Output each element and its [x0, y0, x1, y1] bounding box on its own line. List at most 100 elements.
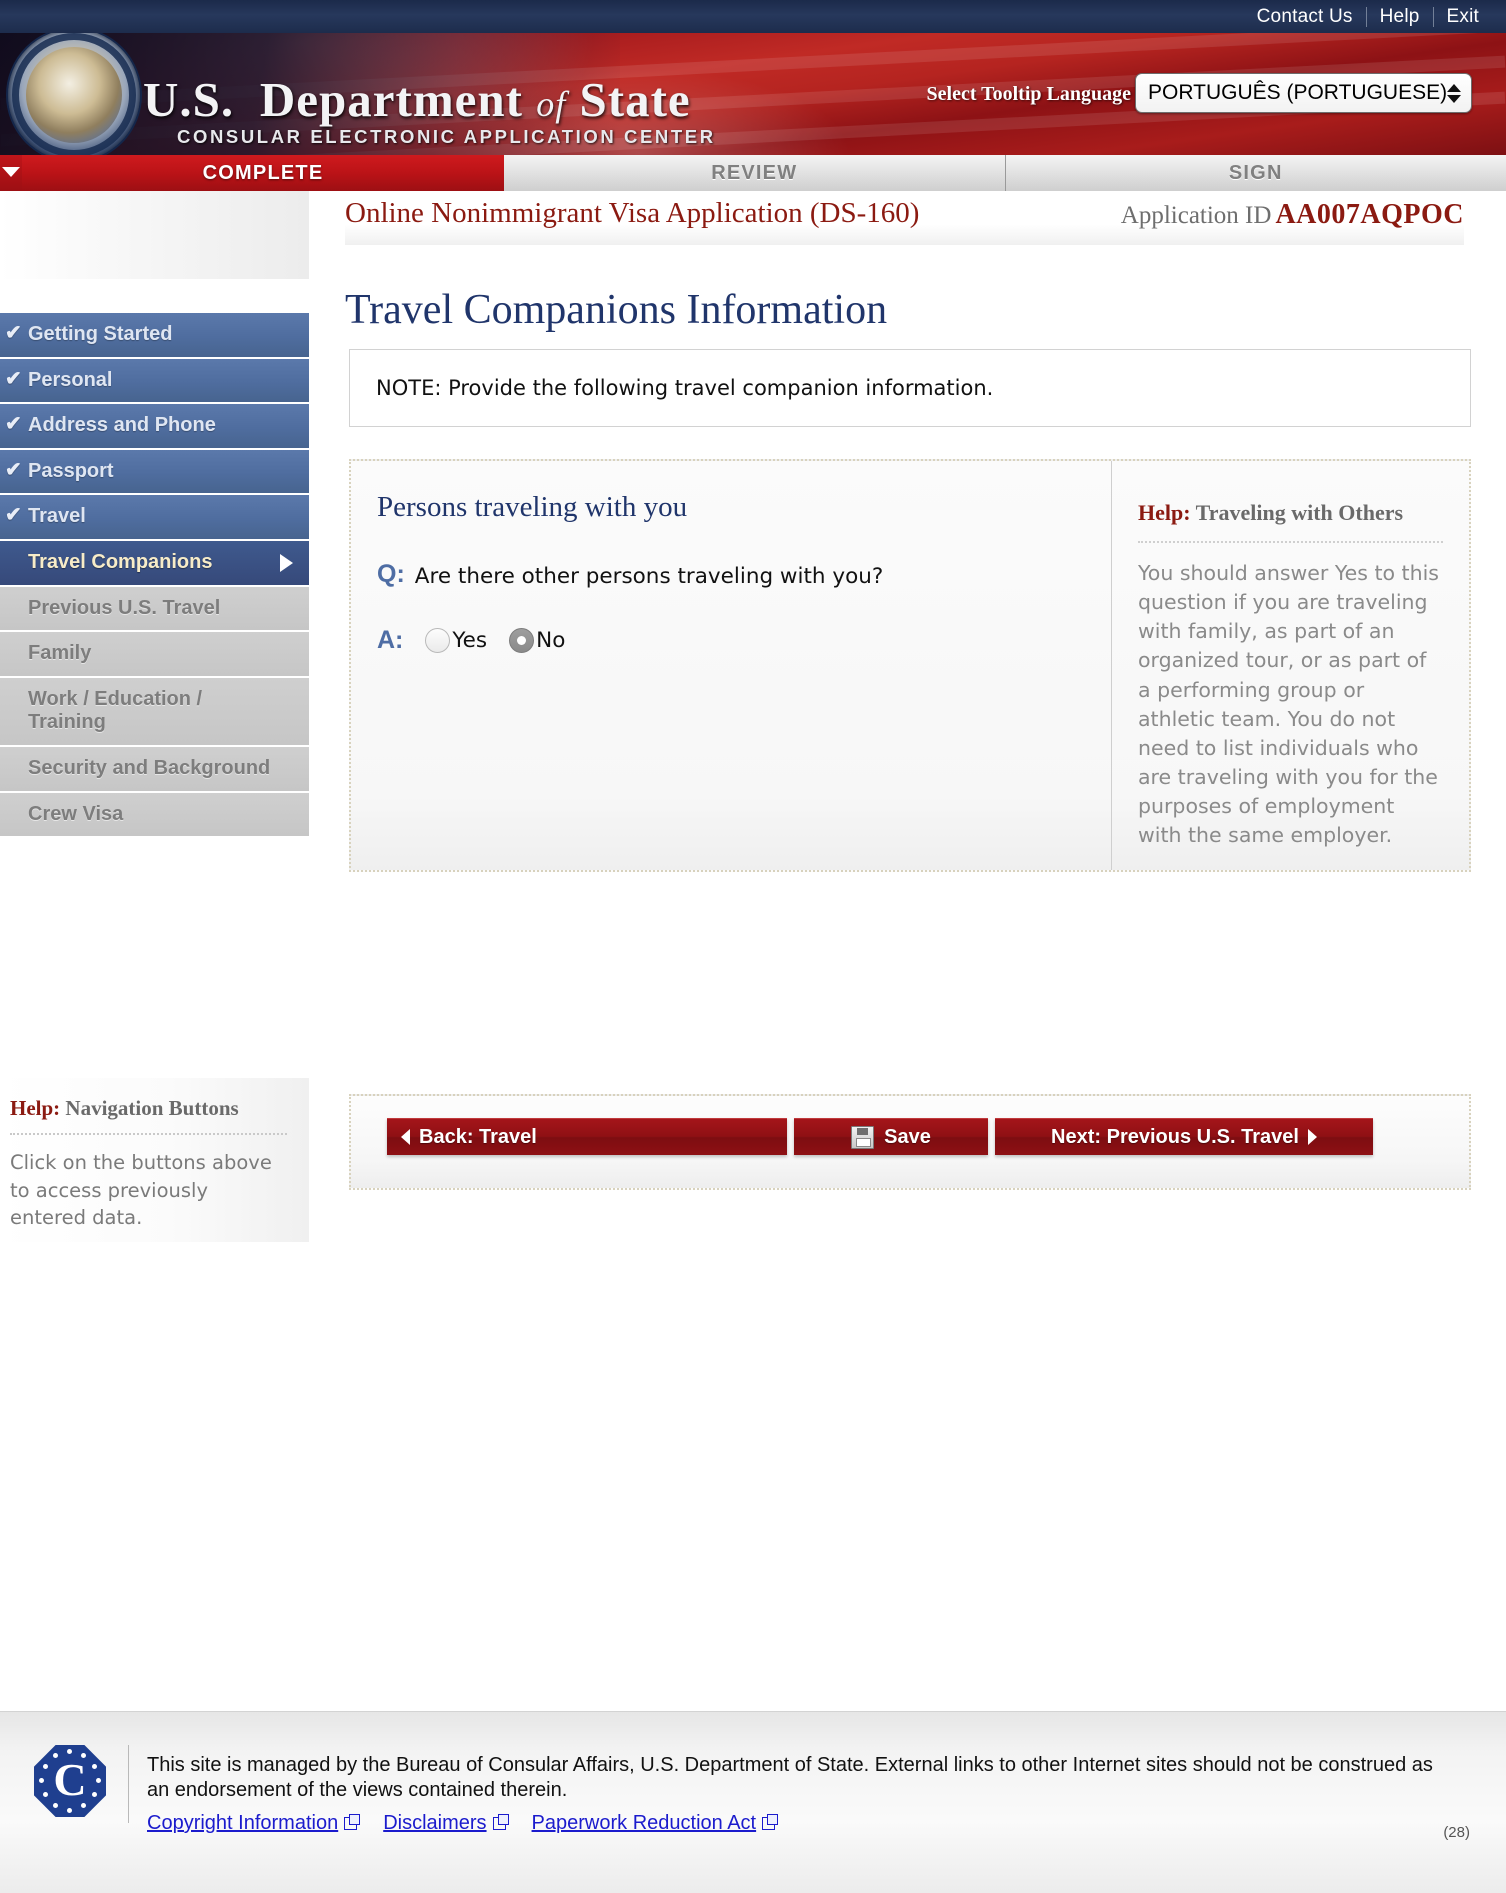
question-answer-block: Q: Are there other persons traveling wit… — [377, 561, 1067, 655]
sidebar-item-travel-companions[interactable]: Travel Companions — [0, 541, 309, 585]
link-label: Disclaimers — [383, 1812, 486, 1835]
radio-option-yes[interactable]: Yes — [425, 628, 487, 653]
help-divider — [1138, 541, 1443, 543]
caret-right-icon — [1308, 1129, 1317, 1145]
contextual-help-panel: Help: Traveling with Others You should a… — [1111, 461, 1467, 870]
help-divider — [10, 1133, 287, 1135]
question-text: Are there other persons traveling with y… — [415, 561, 884, 590]
logo-letter: C — [53, 1757, 86, 1803]
sidebar-item-label: Crew Visa — [28, 803, 123, 825]
application-id-value: AA007AQPOC — [1275, 199, 1464, 230]
help-prefix: Help: — [10, 1096, 60, 1120]
sidebar-item-family[interactable]: Family — [0, 632, 309, 676]
tab-pointer-icon — [0, 155, 22, 191]
sidebar-item-previous-us-travel[interactable]: Previous U.S. Travel — [0, 587, 309, 631]
sidebar-item-passport[interactable]: ✔ Passport — [0, 450, 309, 494]
progress-tabs: COMPLETE REVIEW SIGN — [0, 155, 1506, 191]
tab-review[interactable]: REVIEW — [504, 155, 1006, 191]
footer-divider — [128, 1745, 129, 1823]
left-column: ✔ Getting Started ✔ Personal ✔ Address a… — [0, 191, 345, 1711]
application-header: Online Nonimmigrant Visa Application (DS… — [345, 191, 1464, 245]
sidebar-item-label: Personal — [28, 369, 112, 391]
sidebar-item-label: Address and Phone — [28, 414, 216, 436]
application-form-title: Online Nonimmigrant Visa Application (DS… — [345, 197, 919, 230]
sidebar-item-crew-visa[interactable]: Crew Visa — [0, 793, 309, 837]
answer-row: A: Yes No — [377, 626, 1067, 655]
button-row: Back: Travel Save Next: Previous U.S. Tr… — [387, 1118, 1373, 1155]
sidebar-item-label: Passport — [28, 460, 114, 482]
tab-complete[interactable]: COMPLETE — [22, 155, 504, 191]
language-select-value: PORTUGUÊS (PORTUGUESE) — [1148, 81, 1447, 105]
sidebar-item-label: Getting Started — [28, 323, 172, 345]
section-heading: Persons traveling with you — [377, 491, 1091, 524]
sidebar-item-label: Travel Companions — [28, 551, 213, 573]
external-link-icon — [762, 1817, 775, 1830]
title-of: of — [536, 84, 566, 124]
form-panel: Persons traveling with you Q: Are there … — [349, 459, 1471, 872]
back-button-label: Back: Travel — [419, 1126, 537, 1149]
title-department: Department — [260, 72, 523, 127]
sidebar-item-security-and-background[interactable]: Security and Background — [0, 747, 309, 791]
form-fields-area: Persons traveling with you — [351, 461, 1091, 870]
sidebar-item-getting-started[interactable]: ✔ Getting Started — [0, 313, 309, 357]
navigation-help-panel: Help: Navigation Buttons Click on the bu… — [0, 1078, 309, 1242]
external-link-icon — [344, 1817, 357, 1830]
check-icon: ✔ — [5, 322, 22, 346]
help-prefix: Help: — [1138, 500, 1191, 525]
note-text: NOTE: Provide the following travel compa… — [350, 376, 993, 400]
next-button[interactable]: Next: Previous U.S. Travel — [995, 1118, 1373, 1155]
title-state: State — [580, 72, 691, 127]
answer-marker: A: — [377, 626, 403, 655]
help-link[interactable]: Help — [1367, 6, 1433, 28]
note-box: NOTE: Provide the following travel compa… — [349, 349, 1471, 427]
sidebar-top-panel — [0, 191, 309, 279]
disclaimers-link[interactable]: Disclaimers — [383, 1812, 505, 1835]
sidebar-item-work-education-training[interactable]: Work / Education / Training — [0, 678, 309, 745]
check-icon: ✔ — [5, 504, 22, 528]
sidebar-item-personal[interactable]: ✔ Personal — [0, 359, 309, 403]
radio-no-label: No — [536, 628, 565, 653]
section-navigation: ✔ Getting Started ✔ Personal ✔ Address a… — [0, 313, 309, 838]
utility-divider-1 — [1366, 7, 1367, 27]
footer-links: Copyright Information Disclaimers Paperw… — [147, 1812, 775, 1835]
floppy-disk-icon — [851, 1126, 874, 1149]
department-title: U.S. Department of State — [143, 71, 691, 128]
contact-us-link[interactable]: Contact Us — [1244, 6, 1366, 28]
tab-sign[interactable]: SIGN — [1006, 155, 1506, 191]
check-icon: ✔ — [5, 368, 22, 392]
octagon-c-icon: C — [34, 1745, 106, 1817]
save-button-label: Save — [884, 1126, 931, 1149]
back-button[interactable]: Back: Travel — [387, 1118, 787, 1155]
question-marker: Q: — [377, 561, 405, 589]
exit-link[interactable]: Exit — [1434, 6, 1492, 28]
contextual-help-body: You should answer Yes to this question i… — [1138, 559, 1443, 850]
site-banner: U.S. Department of State CONSULAR ELECTR… — [0, 33, 1506, 155]
radio-yes-label: Yes — [452, 628, 487, 653]
save-button[interactable]: Save — [794, 1118, 988, 1155]
check-icon: ✔ — [5, 459, 22, 483]
tooltip-language-select[interactable]: PORTUGUÊS (PORTUGUESE) — [1135, 73, 1472, 113]
link-label: Paperwork Reduction Act — [532, 1812, 757, 1835]
application-id: Application ID AA007AQPOC — [1121, 199, 1464, 231]
title-us: U.S. — [143, 72, 234, 127]
page-title: Travel Companions Information — [345, 286, 887, 334]
radio-option-no[interactable]: No — [509, 628, 565, 653]
paperwork-reduction-act-link[interactable]: Paperwork Reduction Act — [532, 1812, 776, 1835]
sidebar-item-label: Previous U.S. Travel — [28, 597, 220, 619]
sidebar-item-address-and-phone[interactable]: ✔ Address and Phone — [0, 404, 309, 448]
utility-divider-2 — [1433, 7, 1434, 27]
main-content: Online Nonimmigrant Visa Application (DS… — [345, 191, 1506, 245]
sidebar-item-label: Family — [28, 642, 91, 664]
contextual-help-title: Help: Traveling with Others — [1138, 499, 1443, 527]
sidebar-item-label: Work / Education / Training — [28, 688, 202, 734]
radio-yes-input[interactable] — [425, 628, 450, 653]
next-button-label: Next: Previous U.S. Travel — [1051, 1126, 1299, 1149]
sidebar-item-travel[interactable]: ✔ Travel — [0, 495, 309, 539]
question-row: Q: Are there other persons traveling wit… — [377, 561, 1067, 590]
copyright-information-link[interactable]: Copyright Information — [147, 1812, 357, 1835]
page-number: (28) — [1443, 1824, 1470, 1841]
radio-no-input[interactable] — [509, 628, 534, 653]
navigation-help-body: Click on the buttons above to access pre… — [10, 1149, 287, 1232]
application-id-label: Application ID — [1121, 202, 1272, 229]
banner-subtitle: CONSULAR ELECTRONIC APPLICATION CENTER — [177, 126, 716, 148]
